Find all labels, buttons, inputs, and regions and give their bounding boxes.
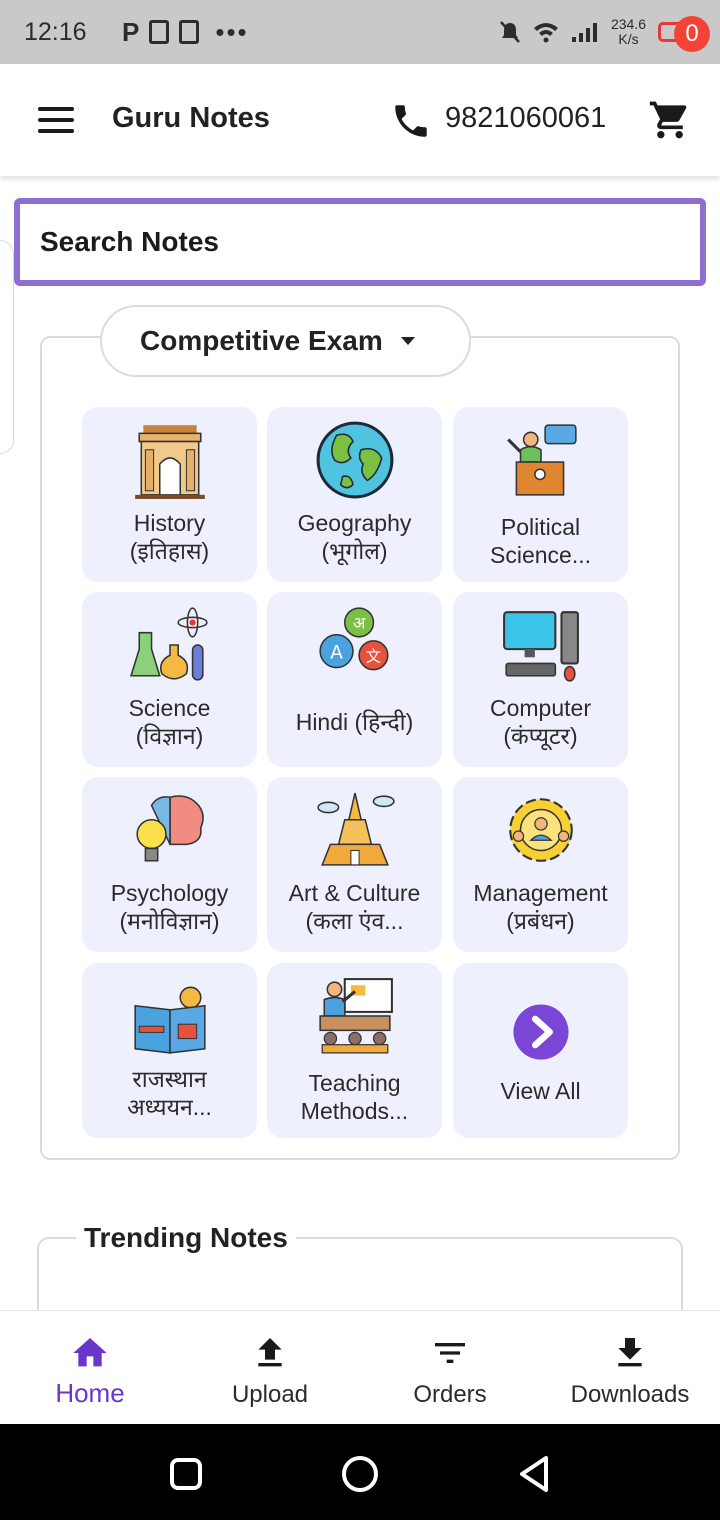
category-tile-geography[interactable]: Geography (भूगोल) <box>267 407 442 582</box>
home-circle-icon[interactable] <box>340 1454 380 1494</box>
exam-selector-dropdown[interactable]: Competitive Exam <box>100 305 471 377</box>
app-bar: Guru Notes 9821060061 <box>0 64 720 176</box>
classroom-teacher-icon <box>319 978 393 1054</box>
nav-home[interactable]: Home <box>0 1311 180 1425</box>
caret-down-icon <box>400 337 415 345</box>
nav-upload[interactable]: Upload <box>180 1311 360 1425</box>
translate-bubbles-icon: अ A 文 <box>319 607 389 671</box>
search-placeholder: Search Notes <box>40 226 219 257</box>
cart-icon[interactable] <box>648 98 692 142</box>
nav-downloads[interactable]: Downloads <box>540 1311 720 1425</box>
network-speed: 234.6 K/s <box>611 17 646 47</box>
drawer-handle[interactable] <box>0 240 14 454</box>
nav-home-label: Home <box>55 1378 125 1408</box>
nav-orders[interactable]: Orders <box>360 1311 540 1425</box>
notification-icons: P ••• <box>122 17 249 48</box>
news-icon <box>149 20 170 44</box>
brain-bulb-icon <box>136 795 204 862</box>
india-gate-icon <box>135 425 205 499</box>
category-tile-political-science[interactable]: Political Science... <box>453 407 628 582</box>
system-navigation-bar <box>0 1424 720 1520</box>
signal-icon <box>571 23 597 42</box>
phone-icon[interactable] <box>390 100 432 142</box>
category-tile-history[interactable]: History (इतिहास) <box>82 407 257 582</box>
bottom-navigation: Home Upload Orders Downloads <box>0 1310 720 1424</box>
category-label: Teaching Methods... <box>300 1070 409 1124</box>
category-tile-science[interactable]: Science (विज्ञान) <box>82 592 257 767</box>
temple-icon <box>317 792 395 866</box>
clipboard-icon <box>179 20 200 44</box>
mute-icon <box>500 21 520 43</box>
exam-selector-label: Competitive Exam <box>140 325 383 356</box>
category-label: History (इतिहास) <box>129 510 210 564</box>
svg-text:文: 文 <box>366 647 381 665</box>
app-title: Guru Notes <box>112 102 270 134</box>
svg-text:अ: अ <box>353 614 366 633</box>
nav-upload-label: Upload <box>231 1381 309 1408</box>
menu-icon[interactable] <box>38 107 74 133</box>
svg-text:A: A <box>330 642 343 663</box>
view-all-button[interactable]: View All <box>453 963 628 1138</box>
speed-unit: K/s <box>618 31 639 47</box>
speed-value: 234.6 <box>610 16 646 32</box>
category-tile-teaching-methods[interactable]: Teaching Methods... <box>267 963 442 1138</box>
status-time: 12:16 <box>24 17 87 46</box>
desktop-computer-icon <box>503 611 579 682</box>
category-label: Psychology (मनोविज्ञान) <box>110 880 229 934</box>
category-tile-rajasthan-studies[interactable]: राजस्थान अध्ययन... <box>82 963 257 1138</box>
nav-downloads-label: Downloads <box>570 1381 690 1408</box>
upload-icon <box>258 1338 282 1367</box>
search-input[interactable]: Search Notes <box>14 198 706 286</box>
team-gear-icon <box>509 798 573 862</box>
nav-orders-label: Orders <box>413 1381 487 1408</box>
category-label: Computer (कंप्यूटर) <box>490 695 591 749</box>
parking-icon: P <box>122 16 140 47</box>
category-label: Geography (भूगोल) <box>297 510 412 564</box>
filter-list-icon <box>435 1343 465 1363</box>
phone-number[interactable]: 9821060061 <box>445 102 606 135</box>
lab-flasks-icon <box>130 607 208 681</box>
category-label: Science (विज्ञान) <box>128 695 211 749</box>
globe-icon <box>316 421 394 499</box>
category-tile-art-culture[interactable]: Art & Culture (कला एंव... <box>267 777 442 952</box>
category-label: Political Science... <box>490 514 591 568</box>
category-label: Art & Culture (कला एंव... <box>288 880 421 934</box>
system-icons: 234.6 K/s <box>499 17 696 47</box>
category-label: Hindi (हिन्दी) <box>295 709 414 735</box>
more-notifications-icon: ••• <box>215 16 249 47</box>
book-idea-icon <box>134 986 206 1054</box>
wifi-icon <box>533 23 558 43</box>
chevron-right-circle-icon <box>513 1004 569 1060</box>
download-icon <box>618 1338 642 1367</box>
category-tile-computer[interactable]: Computer (कंप्यूटर) <box>453 592 628 767</box>
category-tile-hindi[interactable]: अ A 文 Hindi (हिन्दी) <box>267 592 442 767</box>
category-tile-management[interactable]: Management (प्रबंधन) <box>453 777 628 952</box>
recents-icon[interactable] <box>168 1456 204 1492</box>
view-all-label: View All <box>500 1078 581 1104</box>
category-label: राजस्थान अध्ययन... <box>127 1066 212 1120</box>
category-label: Management (प्रबंधन) <box>473 880 608 934</box>
speaker-podium-icon <box>507 424 577 496</box>
trending-notes-title: Trending Notes <box>76 1222 296 1254</box>
status-bar: 12:16 P ••• 234.6 K/s <box>0 0 720 64</box>
cart-count-badge: 0 <box>674 16 710 52</box>
home-icon <box>73 1338 107 1367</box>
category-tile-psychology[interactable]: Psychology (मनोविज्ञान) <box>82 777 257 952</box>
back-icon[interactable] <box>516 1454 552 1494</box>
